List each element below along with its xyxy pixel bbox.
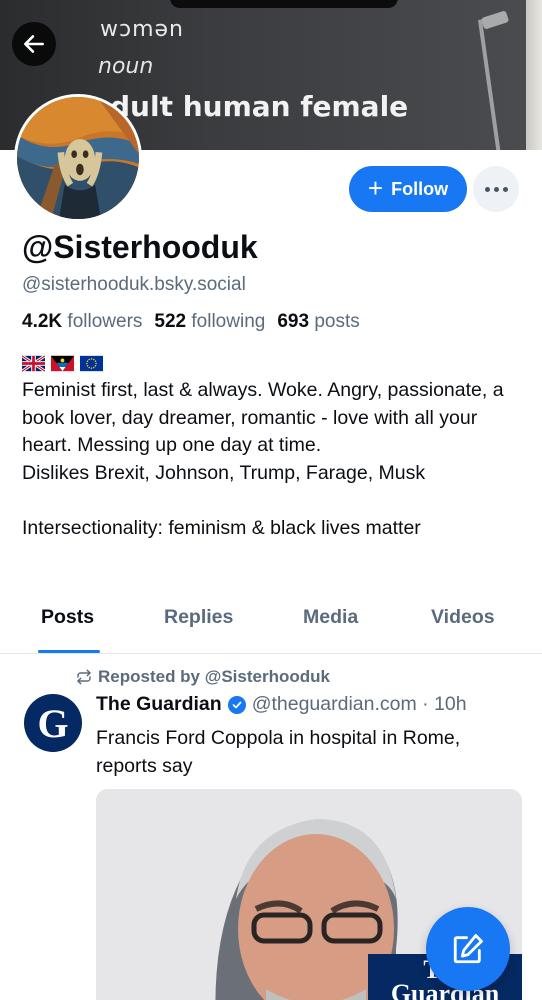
eu-flag-icon: [80, 355, 103, 372]
tab-replies[interactable]: Replies: [164, 606, 233, 629]
profile-stats: 4.2K followers 522 following 693 posts: [22, 311, 360, 333]
compose-button[interactable]: [426, 907, 510, 991]
camera-notch: [170, 0, 398, 8]
ellipsis-icon: [484, 186, 490, 192]
post-author-avatar[interactable]: G: [24, 694, 82, 752]
repost-indicator[interactable]: Reposted by @Sisterhooduk: [76, 667, 330, 687]
following-label: following: [191, 311, 266, 332]
repost-icon: [77, 669, 91, 685]
uk-flag-icon: [22, 355, 45, 372]
bio-flags: [22, 355, 103, 372]
following-count: 522: [154, 311, 187, 332]
tab-videos[interactable]: Videos: [431, 606, 495, 629]
banner-part-of-speech: noun: [98, 54, 154, 79]
active-tab-indicator: [38, 650, 100, 653]
follow-label: Follow: [391, 178, 449, 199]
posts-label: posts: [314, 311, 360, 332]
back-button[interactable]: [12, 22, 56, 66]
following-stat[interactable]: 522 following: [154, 311, 265, 333]
plus-icon: +: [367, 173, 384, 203]
repost-label: Reposted by @Sisterhooduk: [98, 667, 330, 686]
profile-tabs: Posts Replies Media Videos: [0, 606, 542, 654]
more-options-button[interactable]: [473, 166, 519, 212]
banner-word: wᴐmən: [100, 17, 184, 42]
followers-count: 4.2K: [22, 311, 63, 332]
ellipsis-icon: [502, 186, 508, 192]
avatar-image: [17, 97, 139, 219]
tab-media[interactable]: Media: [303, 606, 358, 629]
antigua-flag-icon: [51, 355, 74, 372]
compose-pencil-icon: [453, 934, 483, 964]
ellipsis-icon: [493, 186, 499, 192]
post-meta: @theguardian.com · 10h: [251, 693, 467, 715]
avatar[interactable]: [14, 94, 142, 222]
verified-check-icon: [227, 695, 246, 714]
profile-bio: Feminist first, last & always. Woke. Ang…: [22, 379, 504, 539]
followers-stat[interactable]: 4.2K followers: [22, 311, 142, 333]
profile-handle: @sisterhooduk.bsky.social: [22, 274, 246, 295]
posts-count: 693: [277, 311, 310, 332]
post-author-name[interactable]: The Guardian: [96, 693, 222, 716]
banner-definition: dult human female: [110, 90, 409, 123]
display-name: @Sisterhooduk: [22, 229, 258, 265]
posts-stat: 693 posts: [277, 311, 359, 333]
arrow-left-icon: [24, 35, 44, 53]
followers-label: followers: [67, 311, 143, 332]
post-header: The Guardian @theguardian.com · 10h: [96, 693, 467, 716]
post-text: Francis Ford Coppola in hospital in Rome…: [96, 727, 461, 777]
follow-button[interactable]: + Follow: [349, 166, 467, 212]
tab-posts[interactable]: Posts: [41, 606, 94, 629]
banner-frame: [526, 0, 542, 150]
